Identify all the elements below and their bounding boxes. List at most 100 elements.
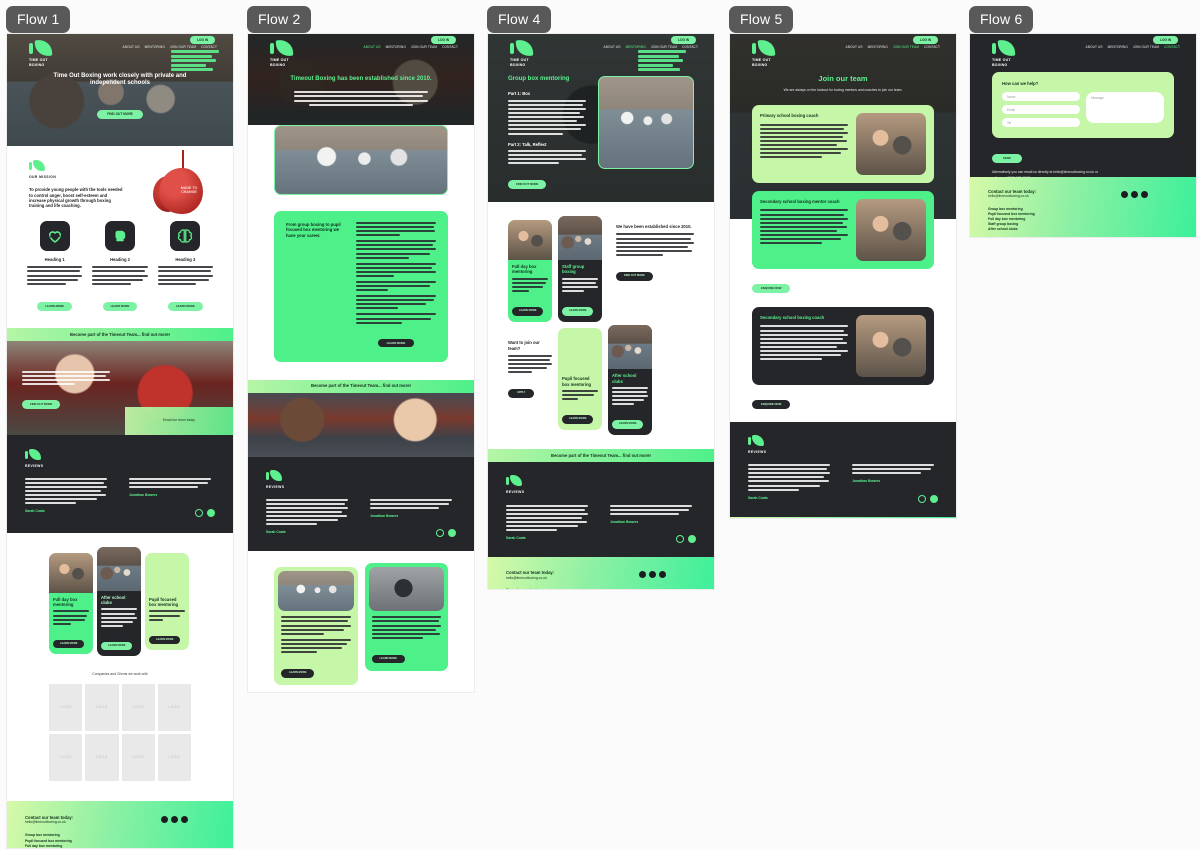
f6-nav-link-join[interactable]: JOIN OUR TEAM bbox=[1133, 45, 1159, 49]
f2-nav-link-contact[interactable]: CONTACT bbox=[442, 45, 458, 49]
f4-nav-login-button[interactable]: LOG IN bbox=[671, 36, 696, 44]
f5-carousel-arrows[interactable] bbox=[918, 494, 938, 503]
f5-review-2-author[interactable]: Jonathan Bowers bbox=[852, 479, 934, 484]
flow-6-frame[interactable]: TIME OUT BOXING LOG IN ABOUT US MENTORIN… bbox=[969, 33, 1197, 238]
f4-nav-link-contact[interactable]: CONTACT bbox=[682, 45, 698, 49]
logo[interactable]: TIME OUT BOXING bbox=[29, 39, 63, 68]
linkedin-icon[interactable] bbox=[171, 815, 178, 823]
feature-cta-1[interactable]: LEARN MORE bbox=[37, 301, 73, 311]
f4-carousel-arrows[interactable] bbox=[676, 535, 696, 544]
carousel-next-icon[interactable] bbox=[448, 529, 456, 538]
feature-card-1[interactable]: Heading 1 LEARN MORE bbox=[27, 220, 83, 312]
instagram-icon[interactable] bbox=[1141, 191, 1148, 198]
f5-job-card-3[interactable]: Secondary school boxing coach bbox=[752, 307, 934, 385]
nav-dropdown-menu[interactable] bbox=[171, 50, 219, 73]
flow-5-frame[interactable]: TIME OUT BOXING LOG IN ABOUT US MENTORIN… bbox=[729, 33, 957, 519]
f4-footer-social[interactable] bbox=[639, 571, 666, 579]
f4-nav-link-mentoring[interactable]: MENTORING bbox=[626, 45, 646, 49]
f5-nav-link-mentoring[interactable]: MENTORING bbox=[868, 45, 888, 49]
service-card-2-button[interactable]: LEARN MORE bbox=[101, 641, 133, 651]
f2-nav-login-button[interactable]: LOG IN bbox=[431, 36, 456, 44]
f5-navbar[interactable]: TIME OUT BOXING LOG IN ABOUT US MENTORIN… bbox=[730, 34, 956, 67]
carousel-prev-icon[interactable] bbox=[195, 508, 203, 517]
linkedin-icon[interactable] bbox=[649, 571, 656, 579]
f4-review-2-author[interactable]: Jonathan Bowers bbox=[610, 520, 692, 525]
carousel-next-icon[interactable] bbox=[207, 508, 215, 517]
f4-hero-button[interactable]: FIND OUT MORE bbox=[508, 180, 547, 190]
f4-card-fullday[interactable]: Full day box mentoring LEARN MORE bbox=[508, 220, 552, 323]
footer-social[interactable] bbox=[161, 815, 188, 823]
flow-2-frame[interactable]: TIME OUT BOXING LOG IN ABOUT US MENTORIN… bbox=[247, 33, 475, 693]
f5-job-card-2[interactable]: Secondary school boxing mentor coach bbox=[752, 191, 934, 269]
f5-nav-link-about[interactable]: ABOUT US bbox=[846, 45, 863, 49]
f6-nav-link-contact[interactable]: CONTACT bbox=[1164, 45, 1180, 49]
f2-nav-link-join[interactable]: JOIN OUR TEAM bbox=[411, 45, 437, 49]
f4-card-staff-button[interactable]: LEARN MORE bbox=[562, 307, 594, 316]
f5-nav-links[interactable]: ABOUT US MENTORING JOIN OUR TEAM CONTACT bbox=[846, 45, 940, 49]
nav-link-contact[interactable]: CONTACT bbox=[201, 45, 217, 49]
f4-navbar[interactable]: TIME OUT BOXING LOG IN ABOUT US MENTORIN… bbox=[488, 34, 714, 71]
f4-card-pupil[interactable]: Pupil focused box mentoring LEARN MORE bbox=[558, 328, 602, 431]
f2-bottom-card-1-button[interactable]: LEARN MORE bbox=[281, 669, 315, 678]
nav-link-mentoring[interactable]: MENTORING bbox=[145, 45, 165, 49]
form-submit-button[interactable]: SEND bbox=[992, 154, 1022, 164]
feature-cta-2[interactable]: LEARN MORE bbox=[102, 301, 138, 311]
f6-footer-link-4[interactable]: After school clubs bbox=[988, 227, 1178, 232]
facebook-icon[interactable] bbox=[639, 571, 646, 579]
dropdown-item-1[interactable] bbox=[171, 54, 213, 58]
service-card-1[interactable]: Full day box mentoring LEARN MORE bbox=[49, 552, 93, 654]
f5-nav-link-contact[interactable]: CONTACT bbox=[924, 45, 940, 49]
service-card-3-button[interactable]: LEARN MORE bbox=[149, 635, 181, 645]
f6-navbar[interactable]: TIME OUT BOXING LOG IN ABOUT US MENTORIN… bbox=[970, 34, 1196, 67]
carousel-next-icon[interactable] bbox=[930, 494, 938, 503]
nav-links[interactable]: ABOUT US MENTORING JOIN OUR TEAM CONTACT bbox=[123, 45, 217, 49]
f2-bottom-card-2[interactable]: LEARN MORE bbox=[364, 563, 448, 671]
f4-nav-link-about[interactable]: ABOUT US bbox=[604, 45, 621, 49]
f2-review-1-author[interactable]: Sarah Coats bbox=[266, 530, 348, 535]
feature-card-2[interactable]: Heading 2 LEARN MORE bbox=[92, 220, 148, 312]
f6-footer-social[interactable] bbox=[1121, 191, 1148, 198]
carousel-prev-icon[interactable] bbox=[918, 494, 926, 503]
instagram-icon[interactable] bbox=[181, 815, 188, 823]
f4-join-button[interactable]: APPLY bbox=[508, 389, 535, 399]
flow-4-frame[interactable]: TIME OUT BOXING LOG IN ABOUT US MENTORIN… bbox=[487, 33, 715, 590]
f2-nav-link-about[interactable]: ABOUT US bbox=[364, 45, 381, 49]
f4-nav-link-join[interactable]: JOIN OUR TEAM bbox=[651, 45, 677, 49]
tel-field[interactable]: Tel bbox=[1002, 118, 1080, 128]
reviews-carousel-arrows[interactable] bbox=[195, 508, 215, 517]
f2-nav-link-mentoring[interactable]: MENTORING bbox=[386, 45, 406, 49]
email-overlay-button[interactable]: Email our team today bbox=[125, 406, 233, 435]
f4-card-pupil-button[interactable]: LEARN MORE bbox=[562, 415, 594, 424]
service-card-2[interactable]: After school clubs LEARN MORE bbox=[97, 546, 141, 656]
name-field[interactable]: Name bbox=[1002, 92, 1080, 102]
carousel-next-icon[interactable] bbox=[688, 535, 696, 544]
dropdown-item-0[interactable] bbox=[638, 50, 686, 53]
dropdown-item-1[interactable] bbox=[638, 54, 680, 58]
f5-review-1-author[interactable]: Sarah Coats bbox=[748, 496, 830, 501]
footer-links[interactable]: Group box mentoring Pupil focused box me… bbox=[25, 833, 215, 848]
dropdown-item-4[interactable] bbox=[171, 68, 214, 71]
f6-nav-links[interactable]: ABOUT US MENTORING JOIN OUR TEAM CONTACT bbox=[1086, 45, 1180, 49]
dropdown-item-2[interactable] bbox=[171, 59, 217, 62]
nav-login-button[interactable]: LOG IN bbox=[190, 36, 215, 44]
f2-logo[interactable]: TIME OUT BOXING bbox=[270, 39, 304, 68]
f5-job-card-2-button[interactable]: ENQUIRE NOW bbox=[752, 284, 791, 293]
f2-nav-links[interactable]: ABOUT US MENTORING JOIN OUR TEAM CONTACT bbox=[364, 45, 458, 49]
f4-promo-banner[interactable]: Become part of the Timeout Team... find … bbox=[488, 449, 714, 463]
f4-card-fullday-button[interactable]: LEARN MORE bbox=[512, 307, 544, 316]
carousel-prev-icon[interactable] bbox=[436, 529, 444, 538]
facebook-icon[interactable] bbox=[1121, 191, 1128, 198]
hero-cta-button[interactable]: FIND OUT MORE bbox=[97, 109, 143, 119]
f6-nav-link-mentoring[interactable]: MENTORING bbox=[1108, 45, 1128, 49]
nav-link-about[interactable]: ABOUT US bbox=[123, 45, 140, 49]
f5-logo[interactable]: TIME OUT BOXING bbox=[752, 39, 786, 68]
f4-established-button[interactable]: FIND OUT MORE bbox=[616, 271, 653, 281]
promo-banner[interactable]: Become part of the Timeout Team... find … bbox=[7, 327, 233, 341]
f2-carousel-arrows[interactable] bbox=[436, 529, 456, 538]
f5-nav-login-button[interactable]: LOG IN bbox=[913, 36, 938, 44]
linkedin-icon[interactable] bbox=[1131, 191, 1138, 198]
f4-nav-links[interactable]: ABOUT US MENTORING JOIN OUR TEAM CONTACT bbox=[604, 45, 698, 49]
f4-review-1-author[interactable]: Sarah Coats bbox=[506, 536, 588, 541]
instagram-icon[interactable] bbox=[659, 571, 666, 579]
f6-nav-link-about[interactable]: ABOUT US bbox=[1086, 45, 1103, 49]
